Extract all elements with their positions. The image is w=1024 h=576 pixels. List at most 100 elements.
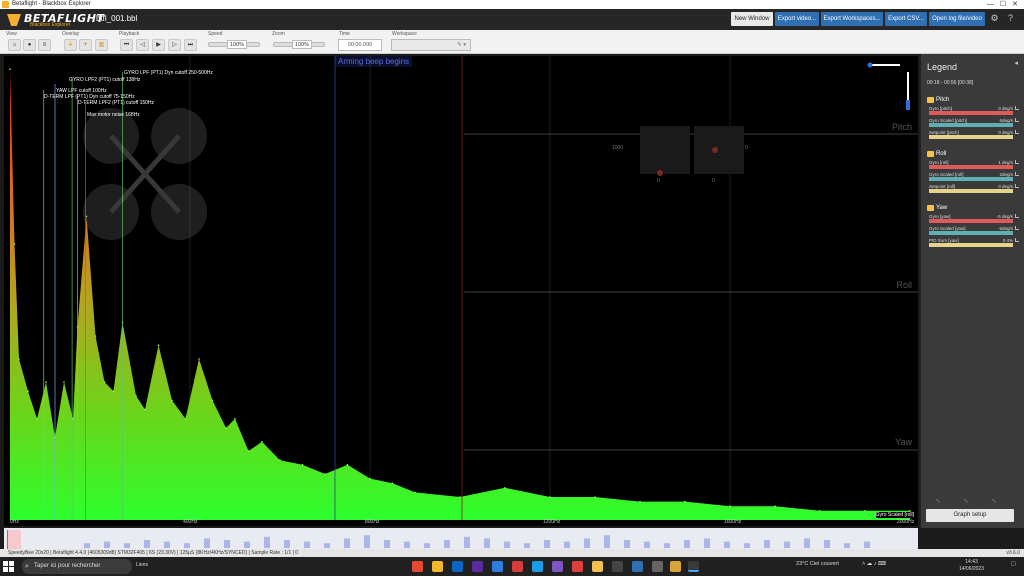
chart-icon[interactable] [1015, 214, 1019, 218]
seek-activity-bar [224, 540, 230, 548]
notification-icon[interactable]: ▢ [1011, 561, 1016, 567]
window-title: Betaflight - Blackbox Explorer [12, 1, 91, 7]
chart-icon[interactable] [1015, 160, 1019, 164]
legend-panel: Legend ◂ 00:18 - 00:56 [00:38] Pitch Gyro… [920, 54, 1024, 528]
step-back-button[interactable]: ◁ [136, 39, 149, 51]
seek-activity-bar [184, 543, 190, 548]
export-csv-button[interactable]: Export CSV... [885, 12, 927, 26]
stick-box-0 [640, 126, 690, 174]
spectrum-point [459, 496, 461, 498]
overlay-sticks-button[interactable]: ✈ [79, 39, 92, 51]
chart-icon[interactable] [1015, 238, 1019, 242]
zoom-value[interactable]: 100% [292, 40, 313, 49]
arming-marker-label: Arming beep begins [335, 56, 413, 67]
graph-setup-button[interactable]: Graph setup [926, 509, 1014, 522]
spectrum-point [144, 408, 146, 411]
taskbar-clock[interactable]: 14:43 14/06/2023 [959, 559, 984, 573]
taskbar-search-input[interactable]: Taper ici pour rechercher [22, 559, 132, 574]
speed-slider[interactable] [208, 42, 228, 47]
overlay-analyser-button[interactable]: ▥ [95, 39, 108, 51]
seek-activity-bar [524, 543, 530, 548]
blackbox-explorer-icon[interactable] [688, 561, 699, 572]
weather-tray[interactable]: 23°C Ciel couvert [796, 561, 839, 567]
legend-group-header[interactable]: Roll [927, 150, 1019, 159]
legend-item[interactable]: Gyro [pitch] 0 deg/s [927, 106, 1019, 117]
windows-start-icon[interactable] [3, 561, 14, 572]
stick-box-1 [694, 126, 744, 174]
log-table-button[interactable]: ≡ [38, 39, 51, 51]
camera-icon[interactable] [612, 561, 623, 572]
legend-item[interactable]: Gyro [yaw] -5 deg/s [927, 214, 1019, 225]
export-workspaces-button[interactable]: Export Workspaces... [821, 12, 883, 26]
app-blue-icon[interactable] [632, 561, 643, 572]
time-input[interactable]: 00:00.000 [338, 39, 382, 51]
spectrum-point [594, 496, 596, 498]
seek-activity-bar [544, 540, 550, 548]
speed-value[interactable]: 100% [227, 40, 248, 49]
workspace-select[interactable]: ✎ ▾ [391, 39, 471, 51]
tray-icons[interactable]: ˄ ☁ ♪ ⌨ [862, 561, 886, 567]
legend-collapse-icon[interactable]: ◂ [1014, 59, 1018, 67]
open-log-button[interactable]: Open log file/video [929, 12, 985, 26]
legend-item[interactable]: Setpoint [roll] 0 deg/s [927, 184, 1019, 195]
overlay-craft-button[interactable]: ⏚ [64, 39, 77, 51]
chart-icon[interactable] [1015, 130, 1019, 134]
spectrum-point [504, 487, 506, 489]
vertical-zoom-handle[interactable] [906, 100, 910, 110]
export-video-button[interactable]: Export video... [775, 12, 819, 26]
chrome-icon[interactable] [412, 561, 423, 572]
chart-icon[interactable] [1015, 184, 1019, 188]
marker-label-motor-noise: Max motor noise 168Hz [87, 112, 140, 118]
legend-item[interactable]: Gyro [roll] 1 deg/s [927, 160, 1019, 171]
legend-item[interactable]: Setpoint [pitch] 0 deg/s [927, 130, 1019, 141]
info-button[interactable]: ● [23, 39, 36, 51]
app-red-icon[interactable] [512, 561, 523, 572]
legend-item[interactable]: Gyro Scaled [roll] 2deg/s [927, 172, 1019, 183]
taskbar-links-label[interactable]: Liens [136, 562, 148, 568]
step-forward-button[interactable]: ▷ [168, 39, 181, 51]
legend-item[interactable]: Gyro Scaled [pitch] 6deg/s [927, 118, 1019, 129]
horizontal-zoom-handle[interactable] [867, 62, 873, 68]
seek-bar[interactable] [4, 528, 918, 549]
seek-activity-bar [104, 541, 110, 548]
chart-icon[interactable] [1015, 226, 1019, 230]
chart-icon[interactable] [1015, 172, 1019, 176]
legend-item[interactable]: PID Sum [yaw] 0.4% [927, 238, 1019, 249]
jump-start-button[interactable]: ⏮ [120, 39, 133, 51]
minimize-icon[interactable]: — [987, 0, 994, 9]
zoom-slider-track[interactable] [311, 42, 325, 47]
legend-group-header[interactable]: Yaw [927, 204, 1019, 213]
notes-icon[interactable] [592, 561, 603, 572]
help-icon[interactable]: ? [1006, 14, 1015, 23]
legend-tool-icon-3[interactable]: ∿ [991, 497, 997, 505]
stick-right-value: 0 [745, 145, 748, 151]
betaflight-configurator-icon[interactable] [670, 561, 681, 572]
maximize-icon[interactable]: ☐ [1000, 0, 1006, 9]
settings-gear-icon[interactable]: ⚙ [990, 14, 999, 23]
app-gray-icon[interactable] [652, 561, 663, 572]
app-c-icon[interactable] [492, 561, 503, 572]
discord-icon[interactable] [552, 561, 563, 572]
legend-tool-icon-1[interactable]: ∿ [935, 497, 941, 505]
linkedin-icon[interactable] [452, 561, 463, 572]
spectrum-point [234, 418, 236, 420]
jump-end-button[interactable]: ⏭ [184, 39, 197, 51]
legend-item[interactable]: Gyro Scaled [yaw] -5deg/s [927, 226, 1019, 237]
play-button[interactable]: ▶ [152, 39, 165, 51]
close-icon[interactable]: ✕ [1012, 0, 1018, 9]
chart-icon[interactable] [1015, 118, 1019, 122]
legend-group-header[interactable]: Pitch [927, 96, 1019, 105]
premiere-icon[interactable] [472, 561, 483, 572]
new-window-button[interactable]: New Window [731, 12, 773, 26]
home-button[interactable]: ⌂ [8, 39, 21, 51]
chart-icon[interactable] [1015, 106, 1019, 110]
speed-slider-track[interactable] [246, 42, 260, 47]
legend-color-swatch [929, 219, 1013, 223]
zoom-slider[interactable] [273, 42, 293, 47]
app-pdf-icon[interactable] [572, 561, 583, 572]
legend-tool-icon-2[interactable]: ∿ [963, 497, 969, 505]
file-explorer-icon[interactable] [432, 561, 443, 572]
overlay-label: Overlay [62, 31, 80, 37]
spectrum-graph[interactable]: Arming beep begins Pitch Roll Yaw GYRO L… [4, 56, 918, 526]
edge-icon[interactable] [532, 561, 543, 572]
